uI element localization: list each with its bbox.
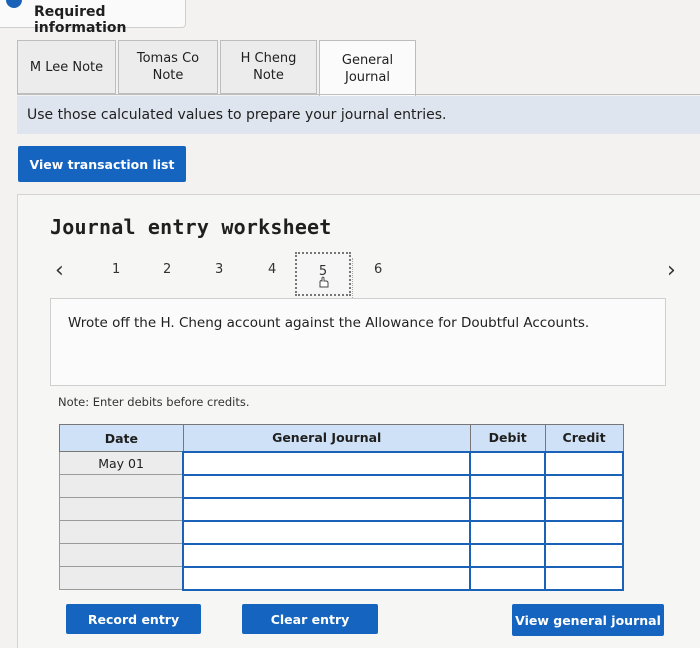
credit-input[interactable] [544, 473, 624, 499]
description-text: Wrote off the H. Cheng account against t… [68, 315, 590, 331]
table-row [59, 473, 624, 499]
clear-entry-button[interactable]: Clear entry [242, 604, 378, 634]
chevron-left-icon[interactable]: ‹ [55, 258, 64, 283]
tab-label: M Lee Note [29, 59, 104, 75]
tab-divider [17, 94, 700, 95]
table-row [59, 542, 624, 568]
worksheet-title: Journal entry worksheet [50, 215, 332, 239]
credit-input[interactable] [544, 542, 624, 568]
account-input[interactable] [182, 450, 472, 476]
pager-separator [352, 258, 353, 298]
account-input[interactable] [182, 519, 472, 545]
journal-table: Date General Journal Debit Credit May 01 [59, 424, 624, 591]
credit-input[interactable] [544, 519, 624, 545]
tab-label: General Journal [341, 52, 394, 85]
info-icon [6, 0, 22, 8]
debit-input[interactable] [469, 565, 547, 591]
tab-h-cheng-note[interactable]: H Cheng Note [220, 40, 317, 94]
credit-input[interactable] [544, 565, 624, 591]
page-3[interactable]: 3 [215, 262, 223, 277]
page-1[interactable]: 1 [112, 262, 120, 277]
tab-m-lee-note[interactable]: M Lee Note [17, 40, 116, 94]
page: Required information M Lee Note Tomas Co… [0, 0, 700, 648]
view-transaction-list-button[interactable]: View transaction list [18, 146, 186, 182]
account-input[interactable] [182, 565, 472, 591]
tab-general-journal[interactable]: General Journal [319, 40, 416, 96]
page-4[interactable]: 4 [268, 262, 276, 277]
debit-input[interactable] [469, 473, 547, 499]
tab-bar: M Lee Note Tomas Co Note H Cheng Note Ge… [17, 40, 418, 96]
page-5[interactable]: 5 [295, 252, 351, 296]
record-entry-button[interactable]: Record entry [66, 604, 201, 634]
journal-header-row: Date General Journal Debit Credit [59, 424, 624, 452]
date-cell [59, 497, 184, 521]
account-input[interactable] [182, 496, 472, 522]
tab-label: Tomas Co Note [136, 51, 200, 83]
transaction-description: Wrote off the H. Cheng account against t… [50, 298, 666, 386]
debit-input[interactable] [469, 542, 547, 568]
debit-input[interactable] [469, 496, 547, 522]
date-cell [59, 543, 184, 567]
credit-input[interactable] [544, 450, 624, 476]
instruction-banner: Use those calculated values to prepare y… [17, 96, 700, 134]
date-header: Date [59, 424, 184, 452]
page-2[interactable]: 2 [163, 262, 171, 277]
page-6[interactable]: 6 [374, 262, 382, 277]
debits-note: Note: Enter debits before credits. [58, 395, 250, 409]
tab-tomas-co-note[interactable]: Tomas Co Note [118, 40, 218, 94]
debit-header: Debit [469, 424, 546, 452]
general-journal-header: General Journal [182, 424, 471, 452]
instruction-text: Use those calculated values to prepare y… [27, 107, 447, 123]
date-cell [59, 566, 184, 590]
required-information-header: Required information [0, 0, 186, 36]
table-row: May 01 [59, 450, 624, 476]
tab-label: H Cheng Note [240, 51, 297, 83]
account-input[interactable] [182, 542, 472, 568]
chevron-right-icon[interactable]: › [667, 258, 676, 283]
date-cell [59, 520, 184, 544]
table-row [59, 496, 624, 522]
account-input[interactable] [182, 473, 472, 499]
pointer-hand-icon [319, 276, 329, 288]
header-title: Required information [34, 4, 127, 36]
credit-input[interactable] [544, 496, 624, 522]
debit-input[interactable] [469, 450, 547, 476]
debit-input[interactable] [469, 519, 547, 545]
table-row [59, 519, 624, 545]
credit-header: Credit [544, 424, 624, 452]
table-row [59, 565, 624, 591]
date-cell: May 01 [59, 451, 184, 475]
date-cell [59, 474, 184, 498]
view-general-journal-button[interactable]: View general journal [512, 604, 664, 636]
